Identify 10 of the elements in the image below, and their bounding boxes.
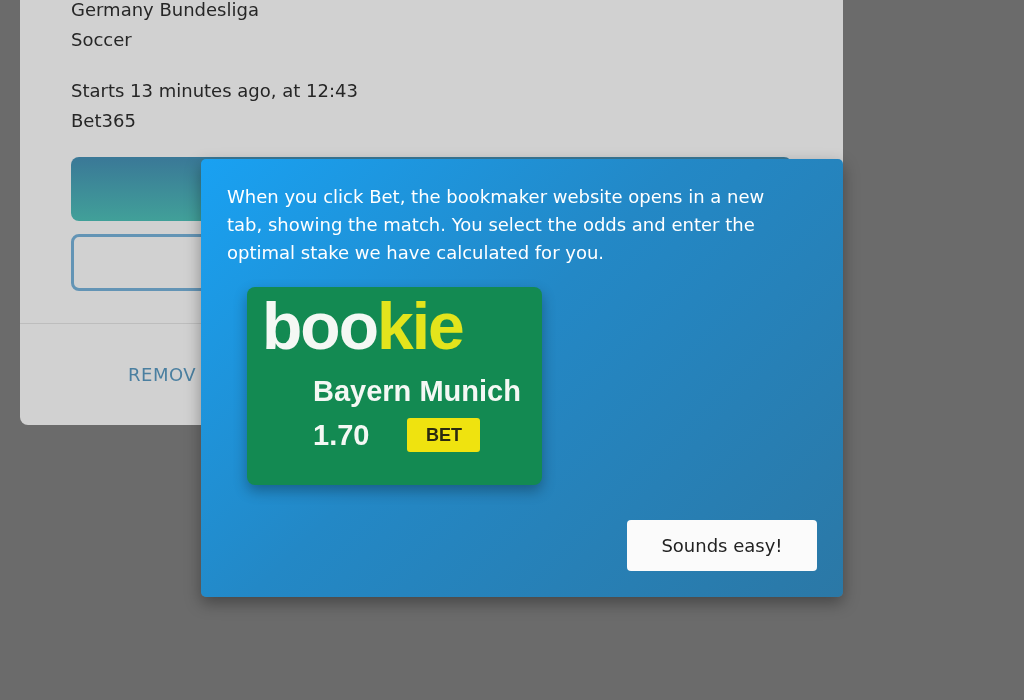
sport-text: Soccer xyxy=(71,28,132,52)
team-name: Bayern Munich xyxy=(313,374,521,409)
bet-button[interactable]: BET xyxy=(407,418,481,452)
bookmaker-text: Bet365 xyxy=(71,109,136,133)
bookie-logo: bookie xyxy=(262,293,463,359)
league-text: Germany Bundesliga xyxy=(71,0,259,22)
confirm-button[interactable]: Sounds easy! xyxy=(627,520,817,571)
odds-value: 1.70 xyxy=(313,418,370,453)
start-time-text: Starts 13 minutes ago, at 12:43 xyxy=(71,79,358,103)
popup-message: When you click Bet, the bookmaker website opens in a new tab, showing the match. You select the odds and enter the optimal stake we have calculated for you. xyxy=(227,185,766,265)
